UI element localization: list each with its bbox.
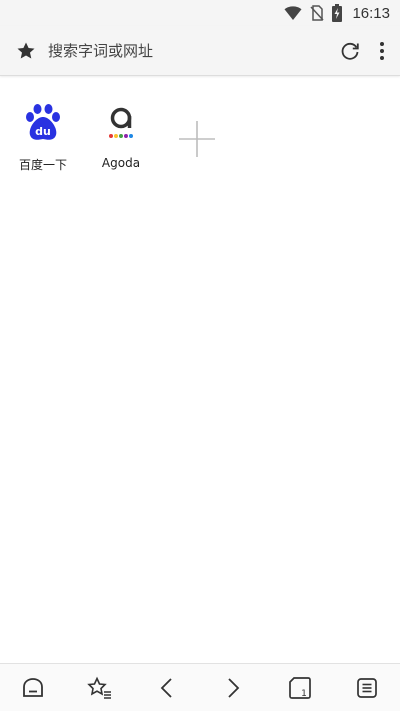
tab-count: 1 xyxy=(301,689,307,699)
refresh-icon xyxy=(341,42,359,60)
wifi-icon xyxy=(284,6,302,20)
agoda-logo-icon xyxy=(99,100,143,144)
svg-text:du: du xyxy=(35,125,51,138)
speed-dial-tile-baidu[interactable]: du 百度一下 xyxy=(8,100,78,190)
home-icon xyxy=(23,677,44,697)
plus-icon xyxy=(179,121,215,157)
more-vertical-icon xyxy=(380,41,384,60)
speed-dial: du 百度一下 Agoda xyxy=(0,100,400,200)
address-bar xyxy=(0,26,400,76)
main-menu-button[interactable] xyxy=(347,668,387,708)
tile-label: 百度一下 xyxy=(18,158,67,172)
forward-button[interactable] xyxy=(213,668,253,708)
no-sim-icon xyxy=(310,5,325,21)
status-bar: 16:13 xyxy=(0,0,400,26)
refresh-button[interactable] xyxy=(338,39,362,63)
bookmarks-button[interactable] xyxy=(80,668,120,708)
bookmarks-icon xyxy=(87,676,111,699)
speed-dial-tile-agoda[interactable]: Agoda xyxy=(86,100,156,190)
back-icon xyxy=(160,677,172,698)
menu-list-icon xyxy=(356,677,377,698)
overflow-menu-button[interactable] xyxy=(372,39,392,63)
browser-screen: 16:13 搜索字词或网址 du 百度一下 Agoda 1 xyxy=(0,0,400,711)
back-button[interactable] xyxy=(147,668,187,708)
status-time: 16:13 xyxy=(352,4,390,22)
tile-label: Agoda xyxy=(101,156,141,170)
tabs-icon: 1 xyxy=(289,676,311,699)
bottom-toolbar: 1 xyxy=(0,663,400,711)
search-input[interactable] xyxy=(48,33,338,68)
forward-icon xyxy=(228,677,240,698)
add-shortcut-button[interactable] xyxy=(176,118,218,160)
home-button[interactable] xyxy=(13,668,53,708)
baidu-paw-icon: du xyxy=(21,100,65,144)
bookmark-star-icon[interactable] xyxy=(16,41,36,61)
tabs-button[interactable]: 1 xyxy=(280,668,320,708)
battery-charging-icon xyxy=(332,4,343,22)
